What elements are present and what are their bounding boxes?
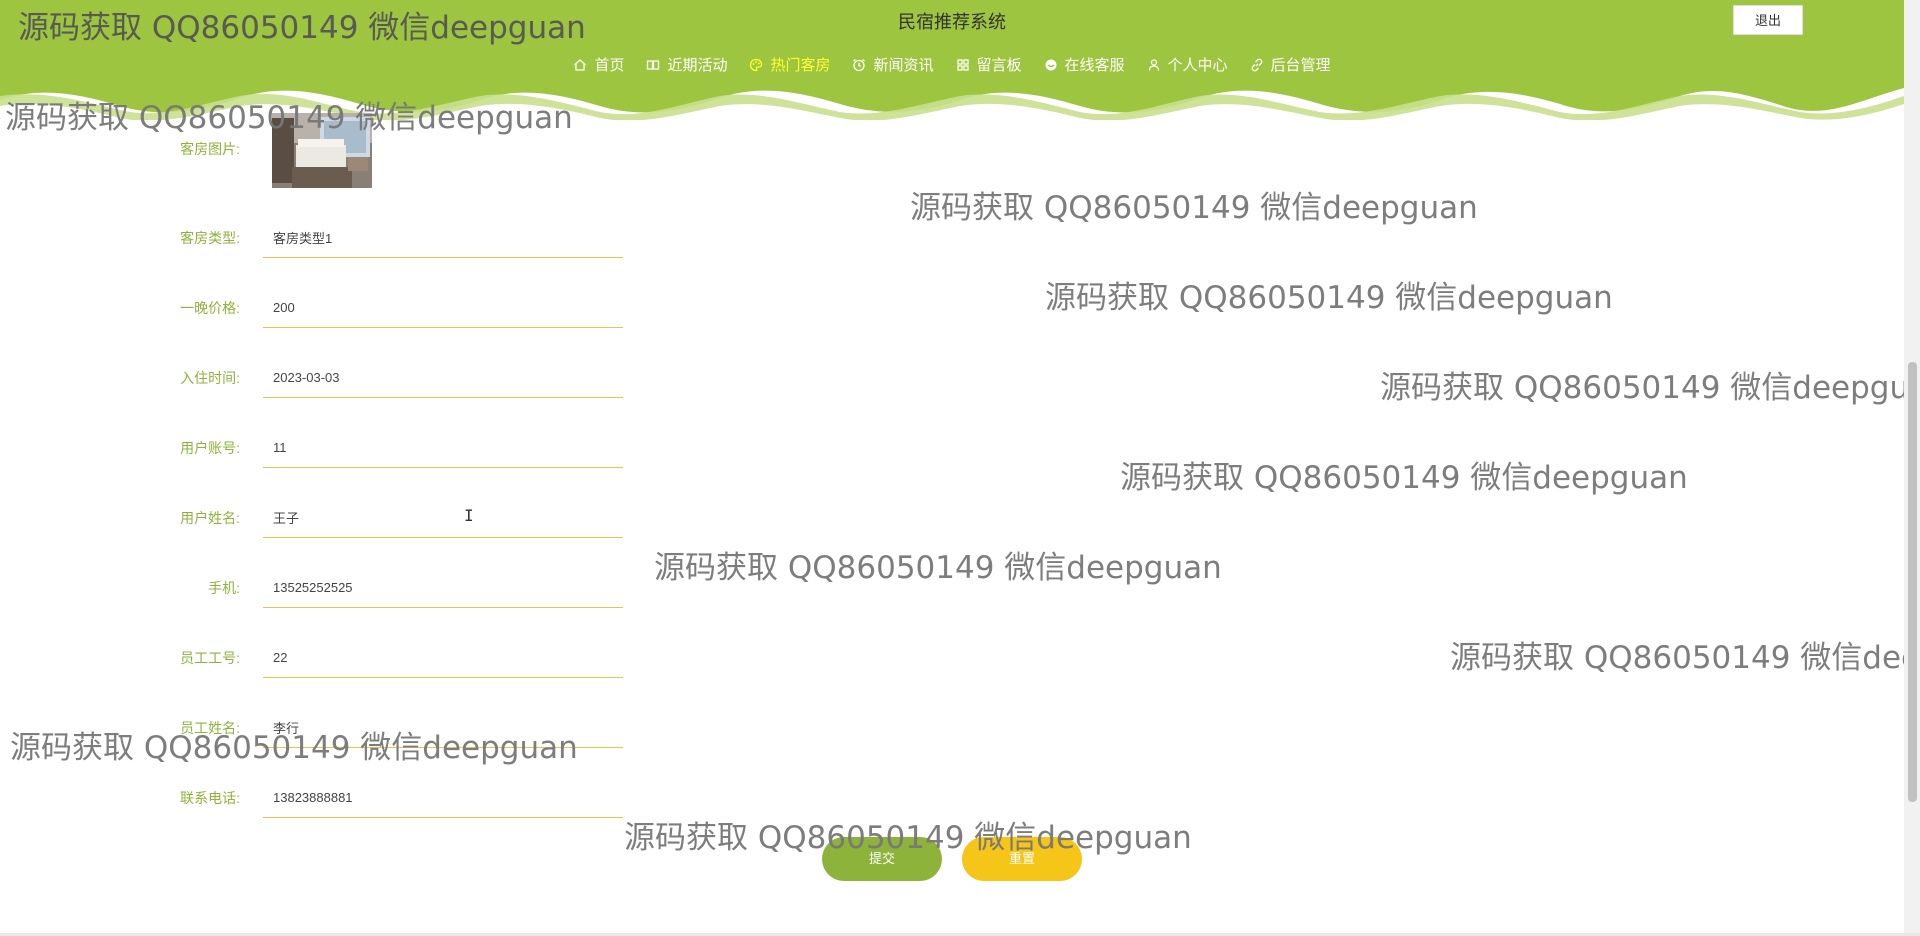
checkin-date-field [263,358,623,398]
watermark: 源码获取 QQ86050149 微信deepguan [1380,370,1920,406]
book-icon [647,59,660,70]
staff-name-input[interactable] [263,708,623,746]
nav-item-admin[interactable]: 后台管理 [1250,54,1331,75]
contact-phone-field [263,778,623,818]
room-type-input[interactable] [263,218,623,256]
nav-item-label: 留言板 [976,57,1022,74]
staff-id-input[interactable] [263,638,623,676]
watermark: 源码获取 QQ86050149 微信deepguan [1120,460,1688,496]
submit-button[interactable]: 提交 [822,837,942,881]
checkin-date-input[interactable] [263,358,623,396]
price-input[interactable] [263,288,623,326]
watermark: 源码获取 QQ86050149 微信deepguan [654,550,1222,586]
scrollbar-thumb[interactable] [1908,362,1917,802]
vertical-scrollbar[interactable] [1904,0,1920,936]
nav-item-label: 后台管理 [1270,57,1331,74]
phone-field [263,568,623,608]
field-label-user-name: 用户姓名: [180,510,240,526]
home-icon [574,58,587,71]
palette-icon [750,58,763,71]
user-name-input[interactable] [263,498,623,536]
field-label-price: 一晚价格: [180,300,240,316]
field-label-checkin-date: 入住时间: [180,370,240,386]
price-field [263,288,623,328]
nav-item-label: 新闻资讯 [873,57,934,74]
staff-id-field [263,638,623,678]
logout-button[interactable]: 退出 [1733,5,1803,35]
reset-button[interactable]: 重置 [962,837,1082,881]
nav-item-online-service[interactable]: 在线客服 [1044,54,1125,75]
user-account-input[interactable] [263,428,623,466]
nav-item-label: 近期活动 [667,57,728,74]
alarm-icon [853,58,866,71]
page: 民宿推荐系统 退出 首页 近期活动 热门客房 新闻资讯 留言板 在线客服 个人中… [0,0,1920,936]
nav-item-label: 在线客服 [1064,57,1125,74]
nav-item-message-board[interactable]: 留言板 [956,54,1022,75]
field-label-staff-name: 员工姓名: [180,720,240,736]
link-icon [1251,58,1262,71]
room-type-field [263,218,623,258]
field-label-room-type: 客房类型: [180,230,240,246]
nav-item-label: 首页 [594,57,625,74]
room-photo [272,113,372,188]
nav-item-news[interactable]: 新闻资讯 [852,54,934,75]
contact-phone-input[interactable] [263,778,623,816]
room-image[interactable] [272,113,372,188]
nav-item-home[interactable]: 首页 [573,54,624,75]
field-label-contact-phone: 联系电话: [180,790,240,806]
nav-item-personal-center[interactable]: 个人中心 [1147,54,1228,75]
watermark: 源码获取 QQ86050149 微信deepguan [910,190,1478,226]
header: 民宿推荐系统 退出 首页 近期活动 热门客房 新闻资讯 留言板 在线客服 个人中… [0,0,1904,120]
room-image-label: 客房图片: [180,141,240,157]
nav-item-activities[interactable]: 近期活动 [646,54,727,75]
field-label-user-account: 用户账号: [180,440,240,456]
grid-icon [956,58,969,71]
user-icon [1148,58,1159,71]
main-nav: 首页 近期活动 热门客房 新闻资讯 留言板 在线客服 个人中心 后台管理 [0,54,1904,75]
field-label-phone: 手机: [208,580,240,596]
watermark: 源码获取 QQ86050149 微信deepguan [1450,640,1920,676]
nav-item-label: 个人中心 [1167,57,1228,74]
watermark: 源码获取 QQ86050149 微信deepguan [1045,280,1613,316]
user-name-field [263,498,623,538]
nav-item-label: 热门客房 [770,57,831,74]
chat-icon [1045,59,1057,70]
phone-input[interactable] [263,568,623,606]
field-label-staff-id: 员工工号: [180,650,240,666]
staff-name-field [263,708,623,748]
site-title: 民宿推荐系统 [898,12,1006,32]
nav-item-hot-rooms[interactable]: 热门客房 [749,54,830,75]
user-account-field [263,428,623,468]
